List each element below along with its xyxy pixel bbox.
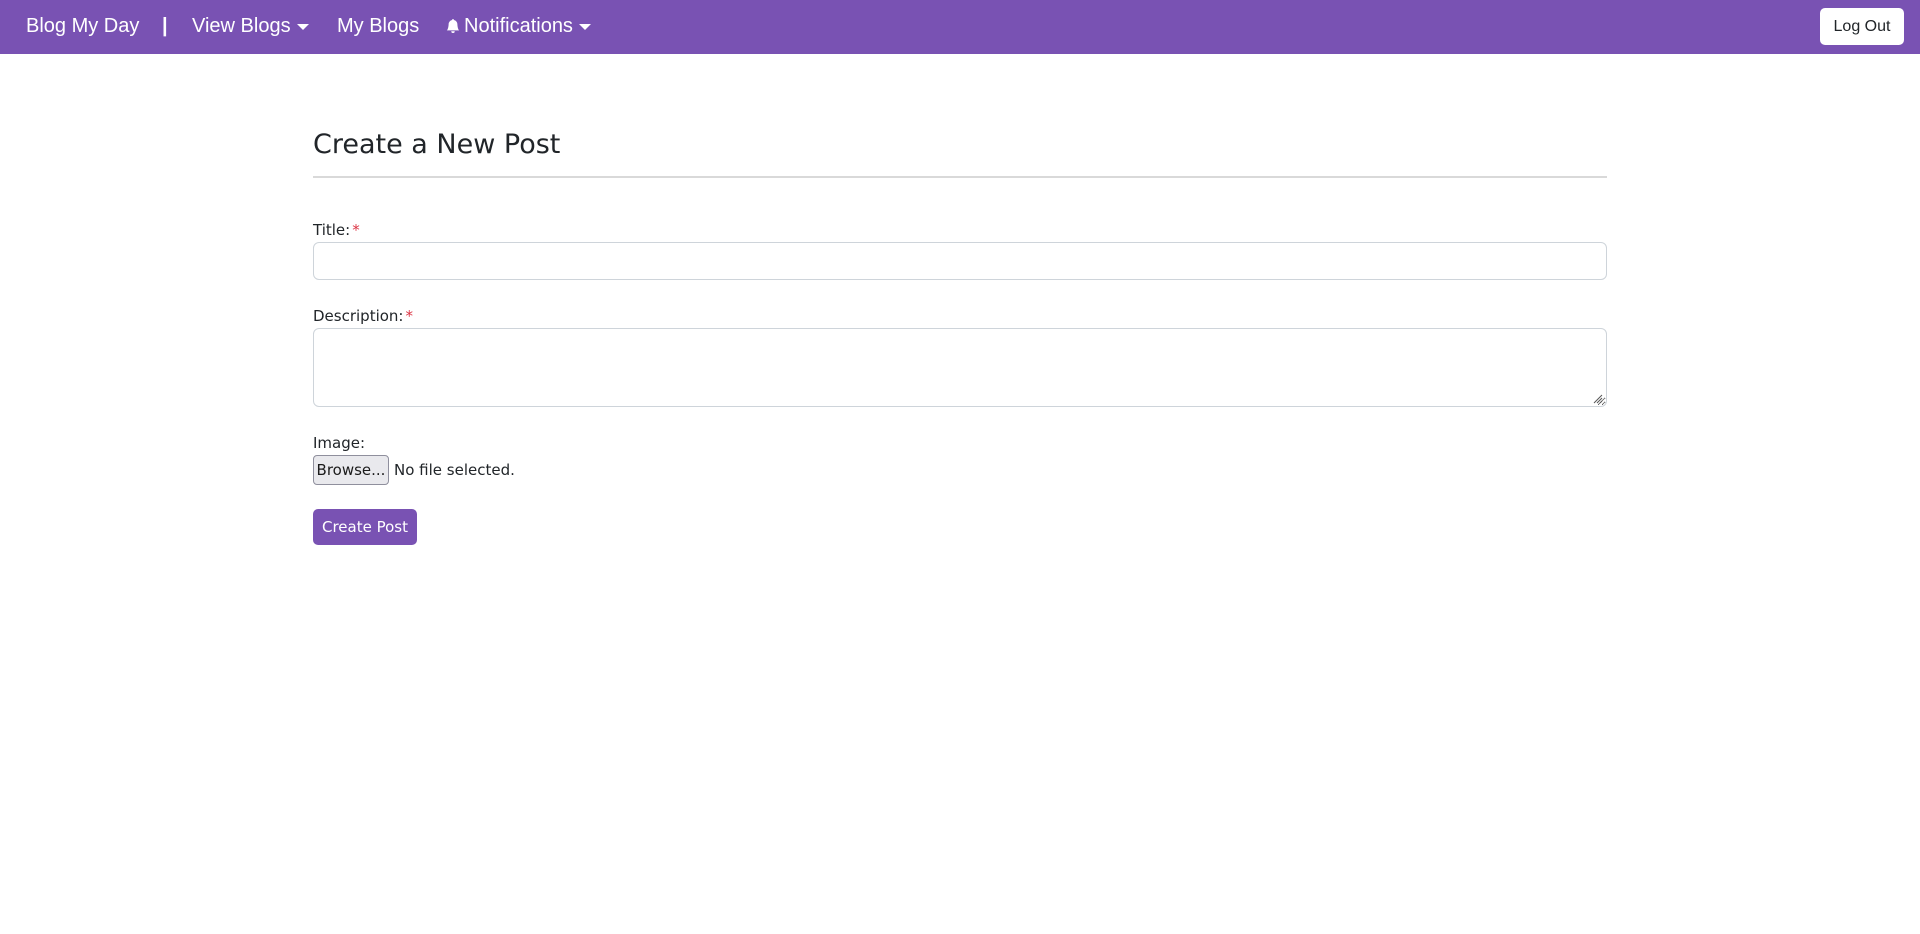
file-status-text: No file selected. xyxy=(394,461,515,479)
notifications-label: Notifications xyxy=(464,15,573,37)
page-title: Create a New Post xyxy=(313,129,561,160)
chevron-down-icon xyxy=(578,24,591,30)
description-label-text: Description: xyxy=(313,307,404,325)
nav-separator: | xyxy=(162,15,168,37)
view-blogs-dropdown[interactable]: View Blogs xyxy=(192,13,309,39)
title-input[interactable] xyxy=(313,242,1607,280)
view-blogs-label: View Blogs xyxy=(192,15,291,37)
my-blogs-link[interactable]: My Blogs xyxy=(337,13,419,39)
description-field-label: Description: * xyxy=(313,306,413,326)
browse-button[interactable]: Browse... xyxy=(313,455,389,485)
image-file-picker: Browse... No file selected. xyxy=(313,455,515,485)
chevron-down-icon xyxy=(296,24,309,30)
required-marker: * xyxy=(405,307,413,325)
top-navbar: Blog My Day | View Blogs My Blogs Notifi… xyxy=(0,0,1920,54)
image-field-label: Image: xyxy=(313,434,366,452)
title-divider xyxy=(313,176,1607,178)
create-post-button[interactable]: Create Post xyxy=(313,509,417,545)
title-field-label: Title: * xyxy=(313,220,360,240)
logout-button[interactable]: Log Out xyxy=(1820,8,1904,45)
brand-link[interactable]: Blog My Day xyxy=(26,13,139,39)
required-marker: * xyxy=(352,221,360,239)
notifications-dropdown[interactable]: Notifications xyxy=(446,13,591,39)
bell-icon xyxy=(446,18,460,33)
description-textarea[interactable] xyxy=(313,328,1607,407)
title-label-text: Title: xyxy=(313,221,351,239)
